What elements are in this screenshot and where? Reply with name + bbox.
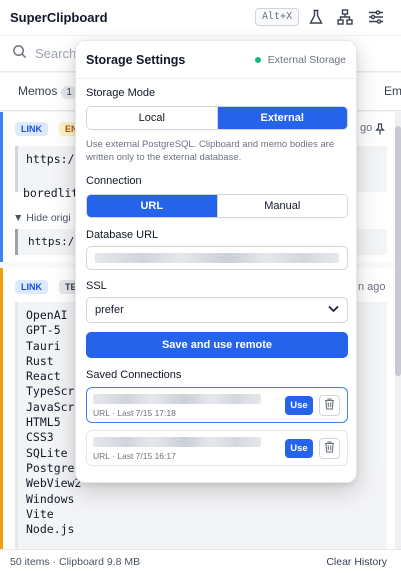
content-line: SQLite xyxy=(26,445,68,460)
storage-settings-popover: Storage Settings External Storage Storag… xyxy=(75,40,357,483)
database-url-label: Database URL xyxy=(86,229,159,241)
tab-memos[interactable]: Memos 1 xyxy=(18,84,77,99)
connection-label: Connection xyxy=(86,175,142,187)
connection-url-option[interactable]: URL xyxy=(87,195,217,217)
app-title: SuperClipboard xyxy=(10,10,108,25)
scrollbar-thumb[interactable] xyxy=(395,126,401,376)
saved-connection-item[interactable]: URL · Last 7/15 16:17 Use xyxy=(86,430,348,466)
use-connection-button[interactable]: Use xyxy=(285,439,313,458)
content-line: https:// xyxy=(26,152,82,166)
connection-meta: URL · Last 7/15 17:18 xyxy=(93,408,176,418)
storage-mode-toggle: Local External xyxy=(86,106,348,130)
save-and-use-remote-button[interactable]: Save and use remote xyxy=(86,332,348,358)
saved-connections-label: Saved Connections xyxy=(86,369,182,381)
content-line: OpenAI C xyxy=(26,308,82,322)
search-icon xyxy=(12,44,27,64)
content-line: PostgreS xyxy=(26,460,82,475)
content-line: CSS3 xyxy=(26,430,54,445)
delete-connection-button[interactable] xyxy=(319,438,340,459)
pin-icon[interactable] xyxy=(375,122,385,140)
flask-icon[interactable] xyxy=(307,8,325,26)
item-summary: 50 items · Clipboard 9.8 MB xyxy=(10,555,141,568)
content-line: boredlit xyxy=(23,186,79,200)
delete-connection-button[interactable] xyxy=(319,395,340,416)
item-age: n ago xyxy=(358,281,386,293)
ssl-select[interactable]: prefer xyxy=(86,297,348,323)
chevron-down-icon xyxy=(328,305,339,316)
saved-connection-item[interactable]: URL · Last 7/15 17:18 Use xyxy=(86,387,348,423)
connection-mode-toggle: URL Manual xyxy=(86,194,348,218)
mode-local-option[interactable]: Local xyxy=(87,107,217,129)
content-line: Node.js xyxy=(26,522,75,537)
storage-help-text: Use external PostgreSQL. Clipboard and m… xyxy=(86,139,335,163)
use-connection-button[interactable]: Use xyxy=(285,396,313,415)
content-line: Tauri xyxy=(26,338,61,353)
content-lines: OpenAI C GPT-5 Tauri Rust React TypeScri JavaS… xyxy=(26,308,81,537)
storage-mode-label: Storage Mode xyxy=(86,87,156,99)
ssl-selected-value: prefer xyxy=(95,304,124,316)
redacted-connection xyxy=(93,437,261,447)
content-line: Rust xyxy=(26,353,54,368)
database-url-input[interactable] xyxy=(86,246,348,270)
content-line: Windows xyxy=(26,491,75,506)
connection-manual-option[interactable]: Manual xyxy=(216,195,347,217)
type-chip: LINK xyxy=(15,122,48,136)
tab-em[interactable]: Em xyxy=(384,84,401,98)
content-line: GPT-5 xyxy=(26,323,61,338)
shortcut-badge: Alt+X xyxy=(255,8,300,26)
mode-external-option[interactable]: External xyxy=(216,107,347,129)
content-line: TypeScri xyxy=(26,384,82,399)
status-dot-icon xyxy=(254,57,261,63)
popover-title: Storage Settings xyxy=(86,53,186,67)
search-input[interactable]: Search xyxy=(35,46,76,61)
trash-icon xyxy=(324,440,335,458)
sliders-icon[interactable] xyxy=(367,8,385,26)
network-icon[interactable] xyxy=(336,8,354,26)
popover-header: Storage Settings External Storage xyxy=(76,41,356,79)
storage-status: External Storage xyxy=(254,54,346,66)
connection-meta: URL · Last 7/15 16:17 xyxy=(93,451,176,461)
clear-history-button[interactable]: Clear History xyxy=(326,556,387,568)
content-line: JavaScri xyxy=(26,399,82,414)
type-chip: LINK xyxy=(15,280,48,294)
content-line: HTML5 xyxy=(26,415,61,430)
content-line: Vite xyxy=(26,506,54,521)
item-age: go xyxy=(360,122,373,134)
original-line: https:// xyxy=(28,235,81,248)
content-line: WebView2 xyxy=(26,476,82,491)
trash-icon xyxy=(324,397,335,415)
content-line: React xyxy=(26,369,61,384)
ssl-label: SSL xyxy=(86,280,107,292)
status-footer: 50 items · Clipboard 9.8 MB Clear Histor… xyxy=(0,549,401,573)
hide-original-toggle[interactable]: ▼ Hide origi xyxy=(13,212,71,224)
redacted-url xyxy=(95,253,339,263)
redacted-connection xyxy=(93,394,261,404)
